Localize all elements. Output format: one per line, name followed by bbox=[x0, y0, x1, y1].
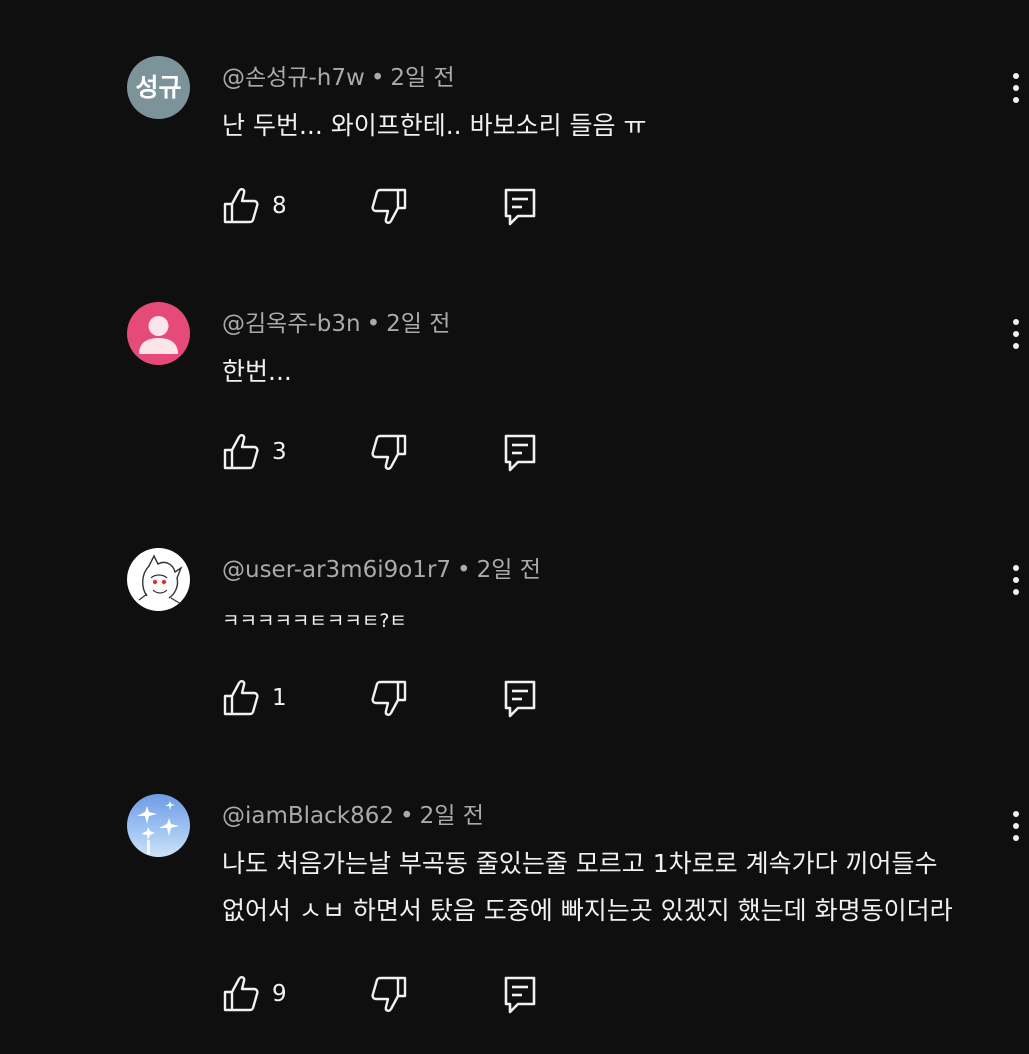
comment-text-line: ㅋㅋㅋㅋㅋㅌㅋㅋㅌ?ㅌ bbox=[222, 610, 407, 632]
more-vert-icon[interactable] bbox=[1004, 70, 1028, 106]
like-count: 1 bbox=[272, 685, 287, 711]
comment-author[interactable]: @손성규-h7w bbox=[222, 65, 365, 91]
avatar[interactable] bbox=[127, 302, 190, 365]
comment-text: ㅋㅋㅋㅋㅋㅌㅋㅋㅌ?ㅌ bbox=[222, 598, 407, 645]
more-vert-icon[interactable] bbox=[1004, 562, 1028, 598]
like-button[interactable]: 9 bbox=[222, 974, 287, 1014]
comment-actions: 9 bbox=[222, 974, 542, 1018]
reply-button[interactable] bbox=[502, 186, 538, 228]
comment-time[interactable]: 2일 전 bbox=[390, 65, 454, 91]
comment-author[interactable]: @iamBlack862 bbox=[222, 803, 394, 829]
comment-text-line: 한번... bbox=[222, 357, 292, 386]
comment-time[interactable]: 2일 전 bbox=[477, 557, 541, 583]
like-button[interactable]: 8 bbox=[222, 186, 287, 226]
default-person-icon bbox=[139, 316, 178, 354]
reply-comment-icon bbox=[504, 188, 536, 226]
thumbs-up-icon bbox=[223, 976, 259, 1012]
comment-time[interactable]: 2일 전 bbox=[386, 311, 450, 337]
comment-text-line: 없어서 ㅅㅂ 하면서 탔음 도중에 빠지는곳 있겠지 했는데 화명동이더라 bbox=[222, 896, 953, 925]
comment-actions: 3 bbox=[222, 432, 542, 476]
reply-comment-icon bbox=[504, 680, 536, 718]
avatar-sketch-image bbox=[138, 554, 183, 605]
meta-separator: • bbox=[457, 557, 471, 583]
avatar[interactable] bbox=[127, 548, 190, 611]
avatar-birds-image bbox=[137, 801, 179, 854]
avatar[interactable] bbox=[127, 794, 190, 857]
comment-actions: 1 bbox=[222, 678, 542, 722]
thumbs-up-icon bbox=[223, 434, 259, 470]
thumbs-up-icon bbox=[223, 680, 259, 716]
like-count: 9 bbox=[272, 981, 287, 1007]
meta-separator: • bbox=[400, 803, 414, 829]
avatar[interactable]: 성규 bbox=[127, 56, 190, 119]
comment-author[interactable]: @user-ar3m6i9o1r7 bbox=[222, 557, 451, 583]
comment-time[interactable]: 2일 전 bbox=[420, 803, 484, 829]
reply-button[interactable] bbox=[502, 974, 538, 1016]
comment-text-line: 나도 처음가는날 부곡동 줄있는줄 모르고 1차로로 계속가다 끼어들수 bbox=[222, 849, 938, 878]
reply-button[interactable] bbox=[502, 678, 538, 720]
thumbs-down-icon bbox=[371, 976, 407, 1012]
reply-comment-icon bbox=[504, 976, 536, 1014]
more-vert-icon[interactable] bbox=[1004, 808, 1028, 844]
dislike-button[interactable] bbox=[370, 432, 408, 472]
reply-comment-icon bbox=[504, 434, 536, 472]
thumbs-down-icon bbox=[371, 680, 407, 716]
comment-text: 난 두번... 와이프한테.. 바보소리 들음 ㅠ bbox=[222, 102, 646, 149]
avatar-initials: 성규 bbox=[135, 73, 182, 102]
dislike-button[interactable] bbox=[370, 974, 408, 1014]
comment-meta: @김옥주-b3n • 2일 전 bbox=[222, 304, 450, 338]
meta-separator: • bbox=[366, 311, 381, 337]
comment-meta: @iamBlack862 • 2일 전 bbox=[222, 796, 484, 830]
dislike-button[interactable] bbox=[370, 186, 408, 226]
thumbs-up-icon bbox=[223, 188, 259, 224]
comment-meta: @손성규-h7w • 2일 전 bbox=[222, 58, 455, 92]
like-count: 3 bbox=[272, 439, 287, 465]
meta-separator: • bbox=[370, 65, 385, 91]
like-button[interactable]: 3 bbox=[222, 432, 287, 472]
like-count: 8 bbox=[272, 193, 287, 219]
comment-meta: @user-ar3m6i9o1r7 • 2일 전 bbox=[222, 550, 541, 584]
comment-actions: 8 bbox=[222, 186, 542, 230]
dislike-button[interactable] bbox=[370, 678, 408, 718]
comment-text-line: 난 두번... 와이프한테.. 바보소리 들음 ㅠ bbox=[222, 111, 647, 140]
like-button[interactable]: 1 bbox=[222, 678, 287, 718]
thumbs-down-icon bbox=[371, 188, 407, 224]
thumbs-down-icon bbox=[371, 434, 407, 470]
more-vert-icon[interactable] bbox=[1004, 316, 1028, 352]
reply-button[interactable] bbox=[502, 432, 538, 474]
comment-author[interactable]: @김옥주-b3n bbox=[222, 311, 361, 337]
comment-text: 한번... bbox=[222, 348, 292, 395]
comment-text: 나도 처음가는날 부곡동 줄있는줄 모르고 1차로로 계속가다 끼어들수 없어서… bbox=[222, 840, 953, 934]
